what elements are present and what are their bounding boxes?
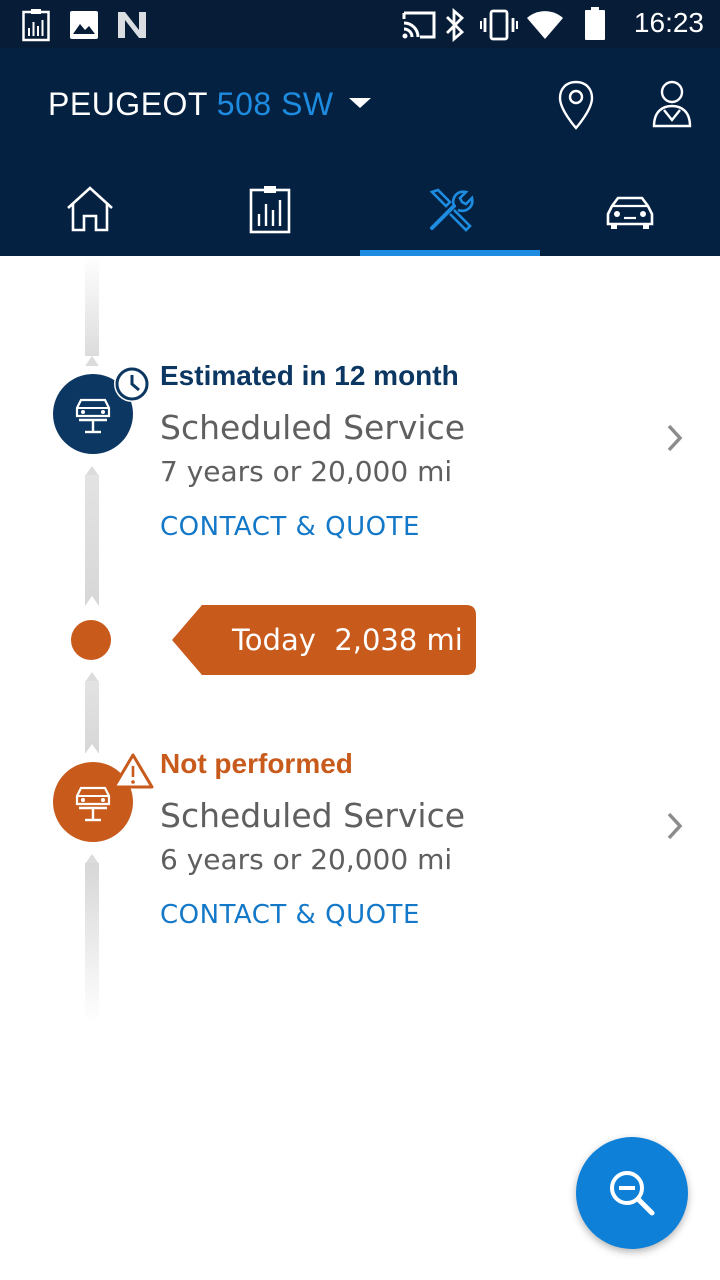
upcoming-service-interval: 7 years or 20,000 mi <box>160 455 453 488</box>
car-lift-icon <box>75 398 111 434</box>
zoom-out-button[interactable] <box>576 1137 688 1249</box>
image-notification-icon <box>70 11 98 39</box>
today-label-wrap: Today 2,038 mi <box>232 623 463 657</box>
n-notification-icon <box>118 12 146 38</box>
user-profile-icon[interactable] <box>648 78 700 134</box>
timeline-line <box>85 475 99 606</box>
maintenance-timeline: Estimated in 12 month Scheduled Service … <box>0 256 720 1280</box>
timeline-arrow <box>85 356 99 366</box>
status-bar: 16:23 <box>0 0 720 48</box>
wifi-icon <box>527 11 563 39</box>
vehicle-selector[interactable]: PEUGEOT 508 SW <box>48 86 334 123</box>
timeline-arrow <box>85 596 99 606</box>
home-icon <box>67 186 113 232</box>
timeline-line <box>85 256 99 356</box>
app-header: PEUGEOT 508 SW <box>0 48 720 256</box>
clock-time: 16:23 <box>633 7 704 38</box>
cast-icon <box>402 11 436 39</box>
tab-home[interactable] <box>0 166 180 256</box>
overdue-contact-quote-link[interactable]: CONTACT & QUOTE <box>160 900 420 930</box>
tools-icon <box>429 188 474 232</box>
car-lift-icon <box>75 786 111 822</box>
overdue-service-name: Scheduled Service <box>160 796 466 835</box>
overdue-chevron-right-icon[interactable] <box>662 808 686 844</box>
tab-maintenance[interactable] <box>360 166 540 256</box>
car-icon <box>606 196 654 229</box>
today-mileage: 2,038 mi <box>334 623 463 657</box>
timeline-line <box>85 863 99 1023</box>
vibrate-icon <box>480 9 518 41</box>
overdue-service-interval: 6 years or 20,000 mi <box>160 843 453 876</box>
upcoming-service-name: Scheduled Service <box>160 408 466 447</box>
main-tabs <box>0 166 720 256</box>
zoom-out-icon <box>610 1171 655 1216</box>
chevron-down-icon[interactable] <box>346 94 374 114</box>
upcoming-status: Estimated in 12 month <box>160 360 459 391</box>
today-mileage-tag: Today 2,038 mi <box>172 605 476 675</box>
upcoming-contact-quote-link[interactable]: CONTACT & QUOTE <box>160 512 420 542</box>
today-label: Today <box>232 623 316 657</box>
stats-notification-icon <box>22 9 50 42</box>
tab-vehicle[interactable] <box>540 166 720 256</box>
battery-icon <box>585 7 605 40</box>
vehicle-model: 508 SW <box>216 86 334 122</box>
overdue-status: Not performed <box>160 748 353 779</box>
stats-icon <box>249 186 291 234</box>
bluetooth-icon <box>446 8 465 42</box>
vehicle-make: PEUGEOT <box>48 86 208 122</box>
location-pin-icon[interactable] <box>552 78 604 134</box>
today-marker-dot <box>71 620 111 660</box>
timeline-arrow <box>85 744 99 754</box>
clock-icon <box>114 366 150 402</box>
upcoming-chevron-right-icon[interactable] <box>662 420 686 456</box>
warning-icon <box>112 753 154 789</box>
tab-stats[interactable] <box>180 166 360 256</box>
